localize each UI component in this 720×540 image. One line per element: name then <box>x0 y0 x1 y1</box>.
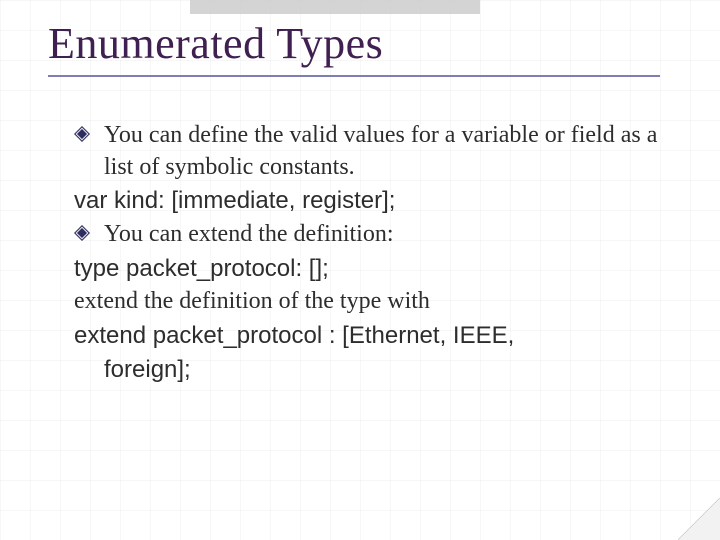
code-line: extend packet_protocol : [Ethernet, IEEE… <box>72 320 660 352</box>
bullet-item: You can extend the definition: <box>72 219 660 251</box>
bullet-text: You can extend the definition: <box>104 221 394 247</box>
slide: Enumerated Types You can define the vali… <box>0 0 720 540</box>
plain-text-line: extend the definition of the type with <box>72 286 660 318</box>
top-shadow-decor <box>190 0 480 14</box>
diamond-bullet-icon <box>74 225 90 241</box>
slide-body: You can define the valid values for a va… <box>72 120 660 387</box>
code-line: var kind: [immediate, register]; <box>72 185 660 217</box>
slide-title: Enumerated Types <box>48 18 660 77</box>
diamond-bullet-icon <box>74 126 90 142</box>
bullet-text: You can define the valid values for a va… <box>104 122 657 180</box>
code-line: type packet_protocol: []; <box>72 253 660 285</box>
code-line-continuation: foreign]; <box>72 354 660 386</box>
bullet-item: You can define the valid values for a va… <box>72 120 660 183</box>
page-corner-fold-icon <box>678 498 720 540</box>
